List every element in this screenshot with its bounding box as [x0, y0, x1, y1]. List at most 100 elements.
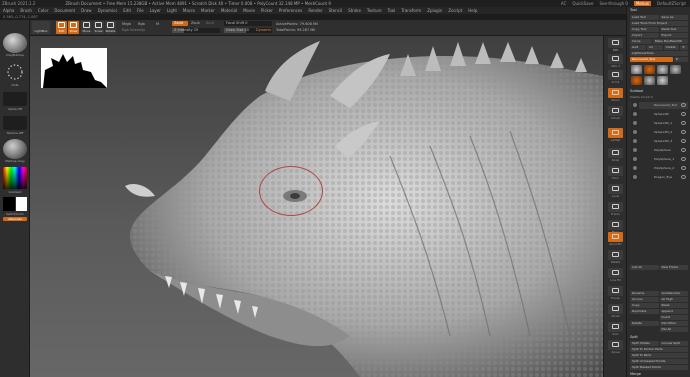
m-toggle[interactable]: M [156, 22, 159, 26]
actual-button[interactable] [608, 106, 623, 116]
del-other-button[interactable]: Del Other [659, 321, 688, 326]
ghost-button[interactable] [608, 304, 623, 314]
groups-split-button[interactable]: Groups Split [659, 341, 688, 346]
scale-button[interactable]: Scale [93, 21, 104, 34]
eye-icon[interactable] [681, 166, 686, 170]
menu-dynamics[interactable]: Dynamics [95, 8, 121, 13]
move-view-button[interactable] [608, 220, 623, 230]
export-button[interactable]: Export [659, 33, 688, 38]
copy-tool-button[interactable]: Copy Tool [630, 27, 659, 32]
menu-transform[interactable]: Transform [398, 8, 424, 13]
menu-layer[interactable]: Layer [147, 8, 164, 13]
move-button[interactable]: Move [81, 21, 92, 34]
menu-texture[interactable]: Texture [364, 8, 385, 13]
rotate-view-button[interactable] [608, 250, 623, 260]
navigator-thumbnail[interactable] [41, 48, 107, 88]
subtool-item[interactable]: Sphere3D [630, 111, 688, 118]
material-thumbnail[interactable] [3, 139, 27, 159]
tool-thumb-3[interactable] [657, 65, 668, 74]
split-unmasked-button[interactable]: Split Unmasked Points [630, 359, 688, 364]
load-tool-button[interactable]: Load Tool [630, 15, 659, 20]
save-as-button[interactable]: Save As [659, 15, 688, 20]
scroll-button[interactable] [608, 70, 623, 80]
make-polymesh-button[interactable]: Make PolyMesh3D [652, 39, 688, 44]
list-all-button[interactable]: List All [630, 265, 659, 270]
canvas-viewport[interactable] [30, 36, 603, 377]
subtool-item[interactable]: PolySphere [630, 147, 688, 154]
split-hidden-button[interactable]: Split Hidden [630, 341, 659, 346]
persp-button[interactable] [608, 148, 623, 158]
main-color-swatch[interactable] [15, 197, 27, 211]
aahalf-button[interactable] [608, 128, 623, 138]
eye-icon[interactable] [681, 112, 686, 116]
tool-thumb-6[interactable] [644, 76, 655, 85]
split-masked-button[interactable]: Split Masked Points [630, 365, 688, 370]
frame-button[interactable] [608, 202, 623, 212]
rename-button[interactable]: Rename [630, 291, 659, 296]
zadd-toggle[interactable]: Zadd [172, 21, 188, 26]
see-through-slider[interactable]: See-through 0 [600, 1, 628, 6]
draw-button[interactable]: Draw [68, 21, 79, 34]
delete-button[interactable]: Delete [630, 321, 659, 326]
paste-button[interactable]: Paste [659, 303, 688, 308]
zoom3d-button[interactable] [608, 232, 623, 242]
menu-tool[interactable]: Tool [385, 8, 399, 13]
rgb-intensity-slider[interactable]: Rgb Intensity [122, 28, 145, 32]
zsub-toggle[interactable]: Zsub [191, 21, 200, 25]
menu-picker[interactable]: Picker [258, 8, 276, 13]
default-zscript-button[interactable]: DefaultZScript [657, 1, 686, 6]
subtool-item[interactable]: Recovered_Tool [630, 102, 688, 109]
eye-icon[interactable] [681, 103, 686, 107]
duplicate-button[interactable]: Duplicate [630, 309, 659, 314]
menu-file[interactable]: File [134, 8, 147, 13]
ac-toggle[interactable]: AC [561, 1, 566, 6]
subtool-title[interactable]: Subtool [630, 89, 688, 93]
eye-icon[interactable] [681, 139, 686, 143]
menu-stencil[interactable]: Stencil [326, 8, 346, 13]
lightbox-tools-button[interactable]: Lightbox▸Tools [630, 51, 688, 56]
menu-color[interactable]: Color [35, 8, 51, 13]
mrgb-toggle[interactable]: Mrgb [122, 22, 131, 26]
eye-icon[interactable] [681, 130, 686, 134]
local-button[interactable] [608, 184, 623, 194]
subtool-item[interactable]: Sphere3D_1 [630, 120, 688, 127]
bpr-button[interactable] [608, 38, 623, 48]
menus-toggle[interactable]: Menus [633, 1, 652, 6]
current-tool-name[interactable]: Recovered_Tool [630, 57, 673, 62]
visible-button[interactable]: Visible [663, 45, 680, 50]
visible-count-slider[interactable]: Visible Count 9 [630, 95, 688, 99]
menu-material[interactable]: Material [218, 8, 240, 13]
tool-thumb-4[interactable] [670, 65, 681, 74]
all-low-button[interactable]: All Low [630, 297, 659, 302]
eye-icon[interactable] [681, 148, 686, 152]
menu-brush[interactable]: Brush [17, 8, 35, 13]
copy-button[interactable]: Copy [630, 303, 659, 308]
zcut-toggle[interactable]: Zcut [206, 21, 214, 25]
insert-button[interactable]: Insert [659, 315, 688, 320]
load-tools-from-project-button[interactable]: Load Tools From Project [630, 21, 688, 26]
switch-color-label[interactable]: SwitchColor [0, 212, 30, 216]
dragon-sculpt[interactable] [30, 36, 603, 377]
all-button[interactable]: All [646, 45, 663, 50]
r-button[interactable]: R [680, 45, 689, 50]
split-to-similar-parts-button[interactable]: Split To Similar Parts [630, 347, 688, 352]
spix-button[interactable] [608, 54, 623, 64]
tool-thumb-5[interactable] [631, 76, 642, 85]
menu-marker[interactable]: Marker [198, 8, 218, 13]
zoom-button[interactable] [608, 88, 623, 98]
dynamic-toggle[interactable]: Dynamic [256, 28, 271, 32]
transp-button[interactable] [608, 286, 623, 296]
autoreorder-button[interactable]: AutoReorder [659, 291, 688, 296]
menu-stroke[interactable]: Stroke [345, 8, 364, 13]
new-folder-button[interactable]: New Folder [659, 265, 688, 270]
quicksave-button[interactable]: QuickSave [572, 1, 593, 6]
menu-light[interactable]: Light [164, 8, 180, 13]
secondary-color-swatch[interactable] [3, 197, 15, 211]
menu-preferences[interactable]: Preferences [276, 8, 306, 13]
xpose-button[interactable] [608, 340, 623, 350]
alternate-button[interactable]: Alternate [3, 217, 27, 221]
menu-zplugin[interactable]: Zplugin [424, 8, 445, 13]
edit-button[interactable]: Edit [56, 21, 67, 34]
menu-alpha[interactable]: Alpha [0, 8, 17, 13]
append-button[interactable]: Append [659, 309, 688, 314]
